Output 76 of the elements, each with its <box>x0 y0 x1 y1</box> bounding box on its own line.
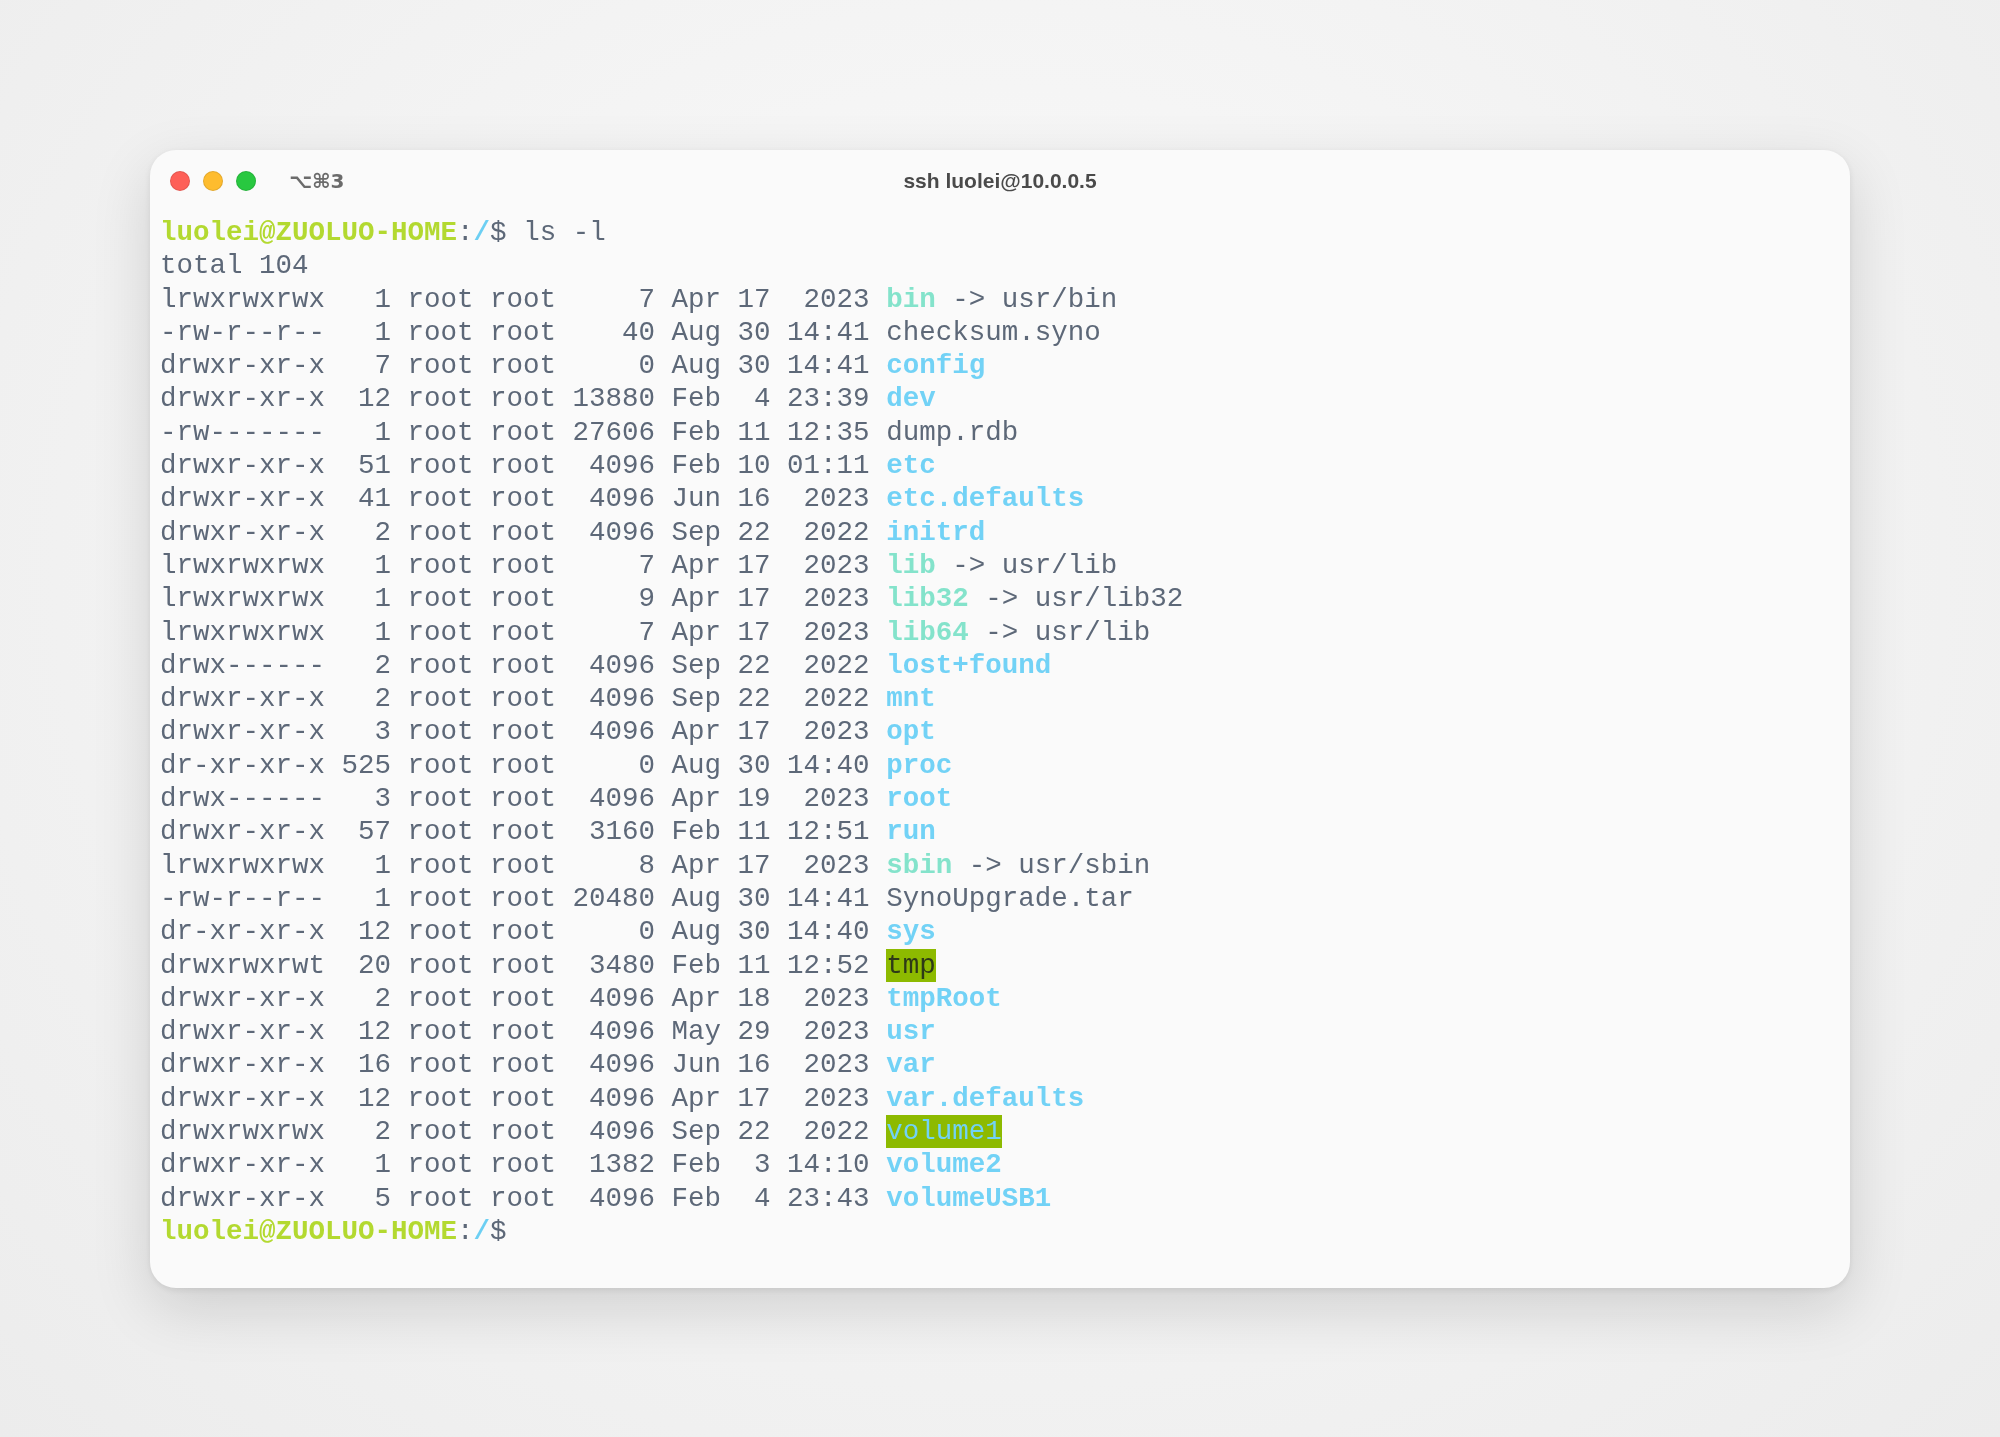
minimize-button[interactable] <box>203 171 223 191</box>
file-info: drwx------ 3 root root 4096 Apr 19 2023 <box>160 782 870 816</box>
tab-shortcut: ⌥⌘3 <box>289 169 345 193</box>
window-title: ssh luolei@10.0.0.5 <box>903 169 1097 193</box>
command-text: ls -l <box>522 216 606 250</box>
prompt-symbol: $ <box>490 1214 507 1249</box>
file-info: lrwxrwxrwx 1 root root 7 Apr 17 2023 <box>160 548 870 583</box>
file-name: config <box>886 349 986 383</box>
file-name: proc <box>886 748 953 783</box>
file-name: root <box>886 782 953 816</box>
file-info: drwxr-xr-x 5 root root 4096 Feb 4 23:43 <box>160 1181 870 1215</box>
prompt-path: / <box>473 1214 491 1249</box>
file-name: mnt <box>886 682 936 716</box>
file-info: drwxr-xr-x 12 root root 4096 May 29 2023 <box>160 1015 870 1049</box>
file-info: lrwxrwxrwx 1 root root 7 Apr 17 2023 <box>160 282 870 316</box>
file-name: sys <box>886 915 936 949</box>
file-info: drwxr-xr-x 2 root root 4096 Sep 22 2022 <box>160 515 870 549</box>
symlink-target: -> usr/lib <box>952 548 1118 583</box>
symlink-target: -> usr/lib <box>985 615 1151 649</box>
file-info: drwxr-xr-x 2 root root 4096 Apr 18 2023 <box>160 981 870 1016</box>
file-name: lib <box>886 548 936 583</box>
symlink-target: -> usr/sbin <box>968 848 1151 882</box>
file-info: drwxr-xr-x 12 root root 4096 Apr 17 2023 <box>160 1081 870 1115</box>
file-name: bin <box>886 282 936 316</box>
close-button[interactable] <box>170 171 190 191</box>
file-name: dump.rdb <box>886 415 1019 450</box>
file-name: checksum.syno <box>886 315 1101 350</box>
prompt-separator: : <box>457 216 474 250</box>
file-info: drwxr-xr-x 51 root root 4096 Feb 10 01:11 <box>160 449 870 483</box>
file-name: lib64 <box>886 615 969 649</box>
file-info: dr-xr-xr-x 525 root root 0 Aug 30 14:40 <box>160 748 870 783</box>
file-info: -rw-r--r-- 1 root root 20480 Aug 30 14:41 <box>160 881 870 916</box>
file-name: etc.defaults <box>886 482 1085 516</box>
file-info: drwxr-xr-x 7 root root 0 Aug 30 14:41 <box>160 349 870 383</box>
file-info: drwxrwxrwx 2 root root 4096 Sep 22 2022 <box>160 1115 870 1149</box>
file-name: volumeUSB1 <box>886 1181 1052 1215</box>
zoom-button[interactable] <box>236 171 256 191</box>
file-info: drwxrwxrwt 20 root root 3480 Feb 11 12:52 <box>160 948 870 982</box>
prompt-user-host: luolei@ZUOLUO-HOME <box>160 216 458 250</box>
file-info: drwxr-xr-x 2 root root 4096 Sep 22 2022 <box>160 682 870 716</box>
file-name: var <box>886 1048 936 1082</box>
file-name: sbin <box>886 848 953 882</box>
file-info: lrwxrwxrwx 1 root root 7 Apr 17 2023 <box>160 615 870 649</box>
file-name: etc <box>886 449 936 483</box>
file-info: drwxr-xr-x 16 root root 4096 Jun 16 2023 <box>160 1048 870 1082</box>
prompt-separator: : <box>457 1214 474 1249</box>
prompt-path: / <box>473 216 491 250</box>
file-name: initrd <box>886 515 986 549</box>
file-info: -rw-r--r-- 1 root root 40 Aug 30 14:41 <box>160 315 870 350</box>
file-name: run <box>886 815 936 849</box>
file-name: var.defaults <box>886 1081 1085 1115</box>
file-name: volume1 <box>886 1115 1002 1149</box>
symlink-target: -> usr/bin <box>952 282 1118 316</box>
file-name: volume2 <box>886 1148 1002 1182</box>
file-name: SynoUpgrade.tar <box>886 881 1134 916</box>
symlink-target: -> usr/lib32 <box>985 582 1184 616</box>
file-info: drwxr-xr-x 12 root root 13880 Feb 4 23:39 <box>160 382 870 416</box>
file-name: usr <box>886 1015 936 1049</box>
prompt-user-host: luolei@ZUOLUO-HOME <box>160 1214 458 1249</box>
file-info: lrwxrwxrwx 1 root root 8 Apr 17 2023 <box>160 848 870 882</box>
file-info: -rw------- 1 root root 27606 Feb 11 12:35 <box>160 415 870 450</box>
file-name: opt <box>886 715 936 749</box>
file-name: lib32 <box>886 582 969 616</box>
file-info: dr-xr-xr-x 12 root root 0 Aug 30 14:40 <box>160 915 870 949</box>
file-info: lrwxrwxrwx 1 root root 9 Apr 17 2023 <box>160 582 870 616</box>
file-info: drwxr-xr-x 3 root root 4096 Apr 17 2023 <box>160 715 870 749</box>
prompt-symbol: $ <box>490 216 507 250</box>
file-name: tmp <box>886 948 936 982</box>
file-info: drwxr-xr-x 57 root root 3160 Feb 11 12:51 <box>160 815 870 849</box>
file-name: dev <box>886 382 936 416</box>
file-info: drwxr-xr-x 1 root root 1382 Feb 3 14:10 <box>160 1148 870 1182</box>
file-info: drwxr-xr-x 41 root root 4096 Jun 16 2023 <box>160 482 870 516</box>
output-text: total 104 <box>160 249 309 283</box>
file-name: lost+found <box>886 648 1052 683</box>
file-info: drwx------ 2 root root 4096 Sep 22 2022 <box>160 648 870 683</box>
file-name: tmpRoot <box>886 981 1002 1016</box>
